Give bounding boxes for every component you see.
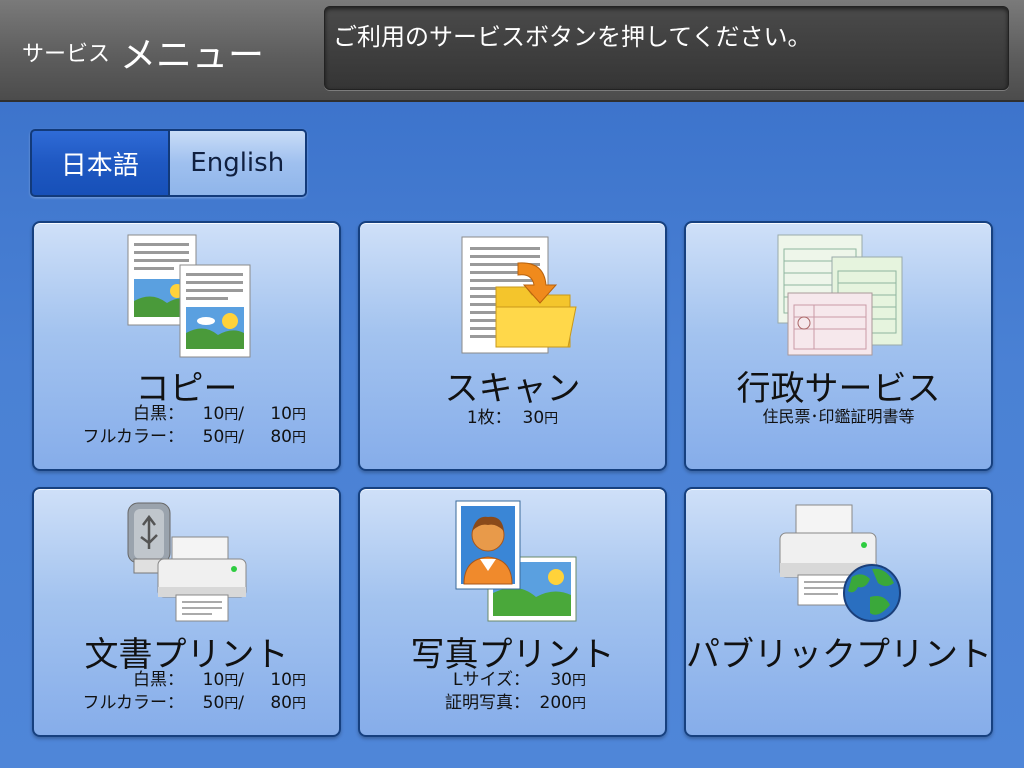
price-value: 10円 — [270, 404, 306, 424]
price-value: 10円/ — [202, 404, 244, 424]
price-row: 証明写真： 200円 — [360, 692, 665, 715]
copy-documents-icon — [34, 231, 339, 359]
price-label: フルカラー： — [82, 693, 185, 713]
price-row: 白黒： 10円/ 10円 — [34, 669, 339, 692]
main-panel: 日本語 English コピー 白黒： 10円/ 10円 フルカラー： 50円/… — [0, 102, 1024, 768]
price-value: 30円 — [550, 670, 586, 690]
government-service-button[interactable]: 行政サービス 住民票･印鑑証明書等 — [684, 221, 993, 471]
price-value: 200円 — [539, 693, 586, 713]
document-print-price-list: 白黒： 10円/ 10円 フルカラー： 50円/ 80円 — [34, 669, 339, 715]
scan-folder-icon — [360, 231, 665, 359]
tile-title: パブリックプリント — [686, 635, 992, 675]
document-print-button[interactable]: 文書プリント 白黒： 10円/ 10円 フルカラー： 50円/ 80円 — [32, 487, 341, 737]
price-label: 白黒： — [133, 404, 184, 424]
price-value: 80円 — [270, 693, 306, 713]
instruction-message: ご利用のサービスボタンを押してください。 — [333, 23, 812, 51]
price-label: フルカラー： — [82, 427, 185, 447]
price-row: 白黒： 10円/ 10円 — [34, 403, 339, 426]
header-bar: サービス メニュー ご利用のサービスボタンを押してください。 — [0, 0, 1024, 102]
price-value: 10円 — [270, 670, 306, 690]
photo-print-button[interactable]: 写真プリント Lサイズ： 30円 証明写真： 200円 — [358, 487, 667, 737]
usb-printer-icon — [34, 497, 339, 625]
price-value: 50円/ — [202, 427, 244, 447]
globe-printer-icon — [686, 497, 991, 625]
language-english-button[interactable]: English — [169, 131, 305, 195]
photo-print-icon — [360, 497, 665, 625]
price-label: Lサイズ： — [453, 670, 530, 690]
language-toggle: 日本語 English — [30, 129, 307, 197]
price-value: 50円/ — [202, 693, 244, 713]
price-label: 証明写真： — [445, 693, 530, 713]
price-value: 10円/ — [202, 670, 244, 690]
screen-title: サービス メニュー — [22, 26, 264, 78]
price-row: フルカラー： 50円/ 80円 — [34, 692, 339, 715]
copy-price-list: 白黒： 10円/ 10円 フルカラー： 50円/ 80円 — [34, 403, 339, 449]
language-japanese-button[interactable]: 日本語 — [32, 131, 170, 195]
instruction-message-box: ご利用のサービスボタンを押してください。 — [324, 6, 1009, 90]
copy-service-button[interactable]: コピー 白黒： 10円/ 10円 フルカラー： 50円/ 80円 — [32, 221, 341, 471]
price-row: フルカラー： 50円/ 80円 — [34, 426, 339, 449]
tile-subtitle: 住民票･印鑑証明書等 — [762, 407, 915, 426]
screen-title-big: メニュー — [120, 35, 265, 76]
scan-price: 1枚： 30円 — [466, 408, 559, 428]
screen-title-small: サービス — [22, 42, 111, 67]
price-label: 白黒： — [133, 670, 184, 690]
public-print-button[interactable]: パブリックプリント — [684, 487, 993, 737]
price-value: 80円 — [270, 427, 306, 447]
scan-service-button[interactable]: スキャン 1枚： 30円 — [358, 221, 667, 471]
certificates-icon — [686, 231, 991, 359]
price-row: Lサイズ： 30円 — [360, 669, 665, 692]
photo-price-list: Lサイズ： 30円 証明写真： 200円 — [360, 669, 665, 715]
